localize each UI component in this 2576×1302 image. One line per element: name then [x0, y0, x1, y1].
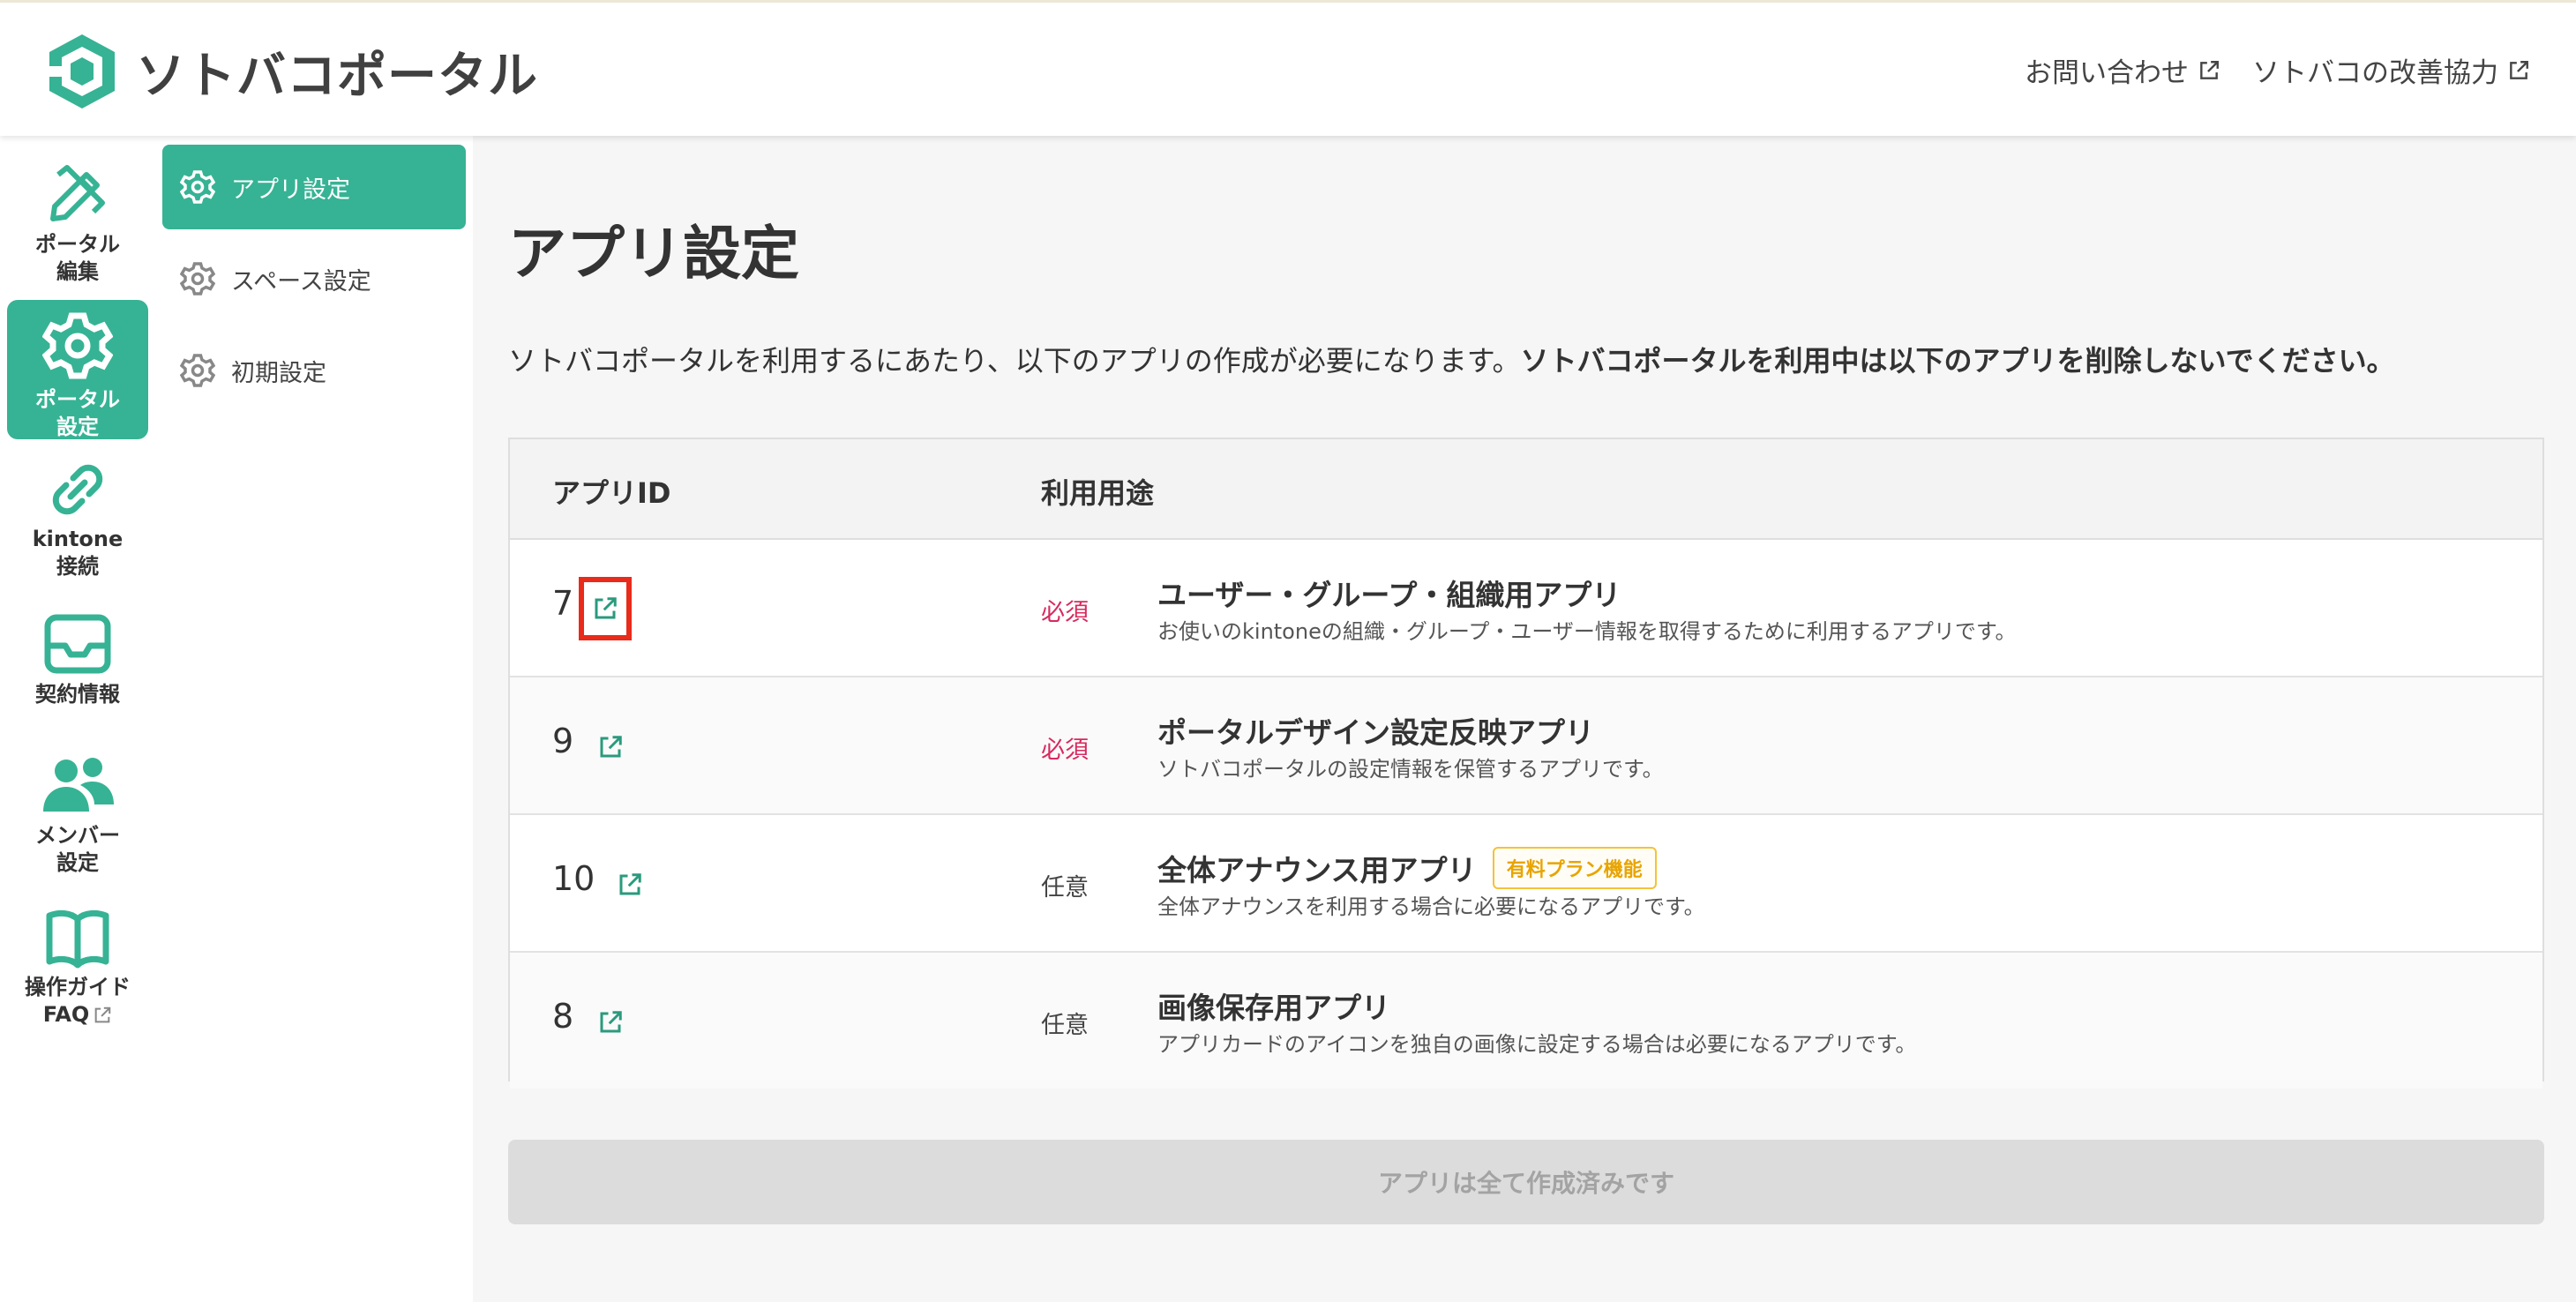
subnav-initial-settings-label: 初期設定	[231, 359, 326, 387]
app-description: お使いのkintoneの組織・グループ・ユーザー情報を取得するために利用するアプ…	[1157, 619, 2017, 644]
subnav-space-settings-label: スペース設定	[231, 267, 371, 296]
nav-kintone-connect-line1: kintone	[32, 527, 124, 551]
logo[interactable]: ソトバコポータル	[44, 29, 538, 114]
app-name-text: ユーザー・グループ・組織用アプリ	[1157, 578, 1621, 612]
subnav-initial-settings[interactable]: 初期設定	[162, 328, 466, 413]
all-apps-created-label: アプリは全て作成済みです	[1377, 1169, 1674, 1198]
inbox-icon	[44, 614, 111, 674]
nav-member-settings-line1: メンバー	[35, 823, 120, 848]
header-links: お問い合わせ ソトバコの改善協力	[2025, 50, 2530, 90]
settings-subnav: アプリ設定 スペース設定 初期設定	[159, 136, 473, 1302]
app-header: ソトバコポータル お問い合わせ ソトバコの改善協力	[0, 0, 2576, 136]
gear-icon	[180, 262, 215, 296]
col-usage: 利用用途	[1041, 476, 1155, 510]
external-link-icon	[600, 1011, 622, 1033]
requirement-label: 必須	[1041, 599, 1089, 626]
open-app-link[interactable]	[588, 994, 633, 1051]
open-app-link[interactable]	[579, 577, 632, 640]
contact-link-label: お問い合わせ	[2025, 57, 2189, 89]
gear-icon	[180, 170, 215, 204]
app-id: 9	[552, 722, 574, 760]
contact-link[interactable]: お問い合わせ	[2025, 50, 2220, 90]
subnav-app-settings-label: アプリ設定	[231, 176, 350, 204]
external-link-icon	[94, 1006, 111, 1022]
col-app-id: アプリID	[552, 476, 671, 510]
nav-guide-faq[interactable]: 操作ガイド FAQ	[7, 907, 148, 1039]
page-title: アプリ設定	[508, 220, 799, 288]
app-description: 全体アナウンスを利用する場合に必要になるアプリです。	[1157, 894, 1705, 919]
gear-icon	[42, 312, 113, 379]
main-content: アプリ設定 ソトバコポータルを利用するにあたり、以下のアプリの作成が必要になりま…	[473, 136, 2576, 1302]
nav-kintone-connect[interactable]: kintone 接続	[7, 459, 148, 582]
nav-kintone-connect-line2: 接続	[56, 554, 99, 579]
subnav-app-settings[interactable]: アプリ設定	[162, 145, 466, 229]
app-description: アプリカードのアイコンを独自の画像に設定する場合は必要になるアプリです。	[1157, 1032, 1917, 1057]
nav-contract-info[interactable]: 契約情報	[7, 612, 148, 718]
all-apps-created-button[interactable]: アプリは全て作成済みです	[508, 1140, 2544, 1224]
logo-icon	[44, 34, 115, 108]
nav-portal-edit-line1: ポータル	[35, 232, 120, 257]
nav-member-settings-line2: 設定	[56, 850, 99, 875]
nav-guide-faq-line1: 操作ガイド	[25, 975, 131, 999]
open-app-link[interactable]	[607, 857, 653, 913]
external-link-icon	[600, 736, 622, 758]
external-link-icon	[2510, 60, 2528, 79]
page-description: ソトバコポータルを利用するにあたり、以下のアプリの作成が必要になります。ソトバコ…	[508, 339, 2395, 379]
external-link-icon	[619, 873, 641, 895]
table-row: 10 任意 全体アナウンス用アプリ 有料プラン機能 全体アナウンスを利用する場合…	[510, 815, 2542, 953]
gear-icon	[180, 354, 215, 387]
app-name: 画像保存用アプリ	[1157, 984, 1390, 1027]
nav-guide-faq-line2-wrap: FAQ	[7, 1001, 148, 1029]
pencil-ruler-icon	[50, 165, 105, 221]
external-link-icon	[2200, 60, 2219, 79]
requirement-label: 任意	[1041, 874, 1089, 902]
table-header: アプリID 利用用途	[510, 439, 2542, 540]
paid-plan-badge: 有料プラン機能	[1492, 847, 1657, 889]
nav-portal-edit[interactable]: ポータル 編集	[7, 162, 148, 286]
feedback-link[interactable]: ソトバコの改善協力	[2252, 50, 2530, 90]
subnav-space-settings[interactable]: スペース設定	[162, 236, 466, 321]
link-icon	[52, 464, 103, 515]
table-row: 8 任意 画像保存用アプリ アプリカードのアイコンを独自の画像に設定する場合は必…	[510, 953, 2542, 1089]
feedback-link-label: ソトバコの改善協力	[2252, 57, 2498, 89]
app-name: 全体アナウンス用アプリ 有料プラン機能	[1157, 847, 1657, 889]
nav-portal-settings-line2: 設定	[56, 415, 99, 439]
app-name-text: 画像保存用アプリ	[1157, 991, 1390, 1025]
app-description: ソトバコポータルの設定情報を保管するアプリです。	[1157, 757, 1664, 782]
main-nav-rail: ポータル 編集 ポータル 設定 kintone 接続 契約情報 メンバー 設定 …	[0, 136, 159, 1302]
apps-table: アプリID 利用用途 7 必須 ユーザー・グループ・組織用アプリ お使いのkin…	[508, 438, 2544, 1089]
nav-member-settings[interactable]: メンバー 設定	[7, 753, 148, 886]
description-warning: ソトバコポータルを利用中は以下のアプリを削除しないでください。	[1520, 344, 2395, 378]
table-row: 7 必須 ユーザー・グループ・組織用アプリ お使いのkintoneの組織・グルー…	[510, 540, 2542, 677]
nav-contract-info-line1: 契約情報	[35, 682, 120, 707]
description-text: ソトバコポータルを利用するにあたり、以下のアプリの作成が必要になります。	[508, 344, 1521, 378]
app-name: ユーザー・グループ・組織用アプリ	[1157, 572, 1621, 614]
app-name-text: 全体アナウンス用アプリ	[1157, 853, 1477, 887]
app-name: ポータルデザイン設定反映アプリ	[1157, 709, 1594, 752]
requirement-label: 必須	[1041, 737, 1089, 764]
nav-portal-edit-line2: 編集	[56, 259, 99, 284]
nav-guide-faq-line2: FAQ	[42, 1002, 90, 1027]
requirement-label: 任意	[1041, 1012, 1089, 1039]
app-id: 8	[552, 997, 574, 1036]
open-app-link[interactable]	[588, 719, 633, 775]
table-row: 9 必須 ポータルデザイン設定反映アプリ ソトバコポータルの設定情報を保管するア…	[510, 677, 2542, 815]
logo-text: ソトバコポータル	[136, 47, 538, 105]
app-name-text: ポータルデザイン設定反映アプリ	[1157, 715, 1594, 750]
app-id: 10	[552, 859, 595, 898]
app-id: 7	[552, 584, 574, 623]
users-icon	[43, 758, 114, 812]
external-link-icon	[595, 597, 617, 619]
nav-portal-settings-line1: ポータル	[35, 387, 120, 412]
book-icon	[46, 909, 109, 969]
nav-portal-settings[interactable]: ポータル 設定	[7, 300, 148, 439]
